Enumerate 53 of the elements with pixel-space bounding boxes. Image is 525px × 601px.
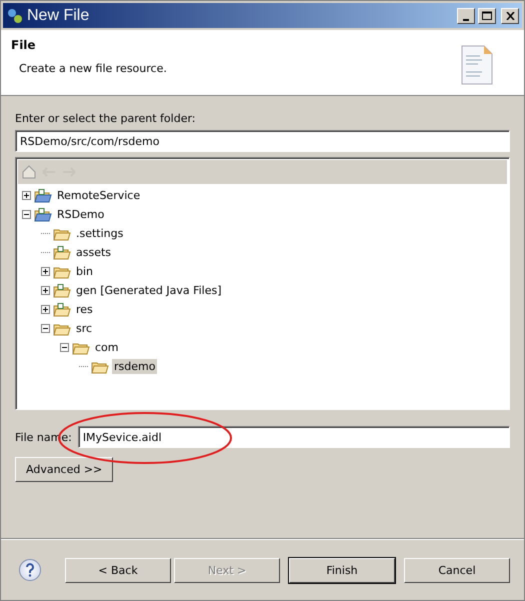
folder-label: Enter or select the parent folder: [15,112,196,125]
maximize-button[interactable] [478,8,496,24]
folder-icon [53,264,71,278]
tree-item[interactable]: RSDemo [55,207,106,222]
minus-icon [42,325,49,332]
page-title: File [11,38,37,52]
expander[interactable] [60,343,69,352]
plus-icon [42,306,49,313]
expander[interactable] [41,286,50,295]
plus-icon [23,192,30,199]
source-folder-icon [53,302,71,316]
tree-item[interactable]: bin [74,264,96,279]
window-title: New File [27,6,90,24]
help-icon[interactable] [19,559,41,581]
tree-item[interactable]: gen [Generated Java Files] [74,283,224,298]
document-icon [460,44,494,86]
tree-item[interactable]: res [74,302,95,317]
tree-item[interactable]: .settings [74,226,126,241]
folder-icon [72,340,90,354]
folder-icon [53,226,71,240]
close-icon [506,12,514,20]
advanced-button[interactable]: Advanced >> [15,457,114,482]
tree-item[interactable]: assets [74,245,114,260]
minus-icon [23,211,30,218]
expander[interactable] [41,305,50,314]
minimize-button[interactable] [457,8,475,24]
tree-item[interactable]: rsdemo [112,359,158,374]
plus-icon [42,268,49,275]
dialog-button[interactable]: Cancel [404,558,510,582]
maximize-icon [482,11,492,20]
page-description: Create a new file resource. [19,62,167,75]
expander[interactable] [22,191,31,200]
expander[interactable] [41,267,50,276]
folder-icon [53,322,71,336]
file-name-field[interactable]: IMySevice.aidl [78,426,510,448]
folder-icon [91,360,109,374]
source-folder-icon [53,284,71,298]
minus-icon [61,344,68,351]
close-button[interactable] [501,8,519,24]
minimize-icon [463,18,469,20]
folder-path-field[interactable]: RSDemo/src/com/rsdemo [15,130,510,152]
project-folder-icon [34,208,52,222]
source-folder-icon [53,246,71,260]
expander[interactable] [41,324,50,333]
plus-icon [42,287,49,294]
tree-item[interactable]: com [93,340,120,355]
expander[interactable] [22,210,31,219]
tree-item[interactable]: RemoteService [55,188,142,203]
project-folder-icon [34,188,52,202]
app-icon [6,6,24,24]
tree-item[interactable]: src [74,321,94,336]
dialog-button[interactable]: < Back [65,558,171,582]
dialog-button[interactable]: Finish [289,558,395,582]
